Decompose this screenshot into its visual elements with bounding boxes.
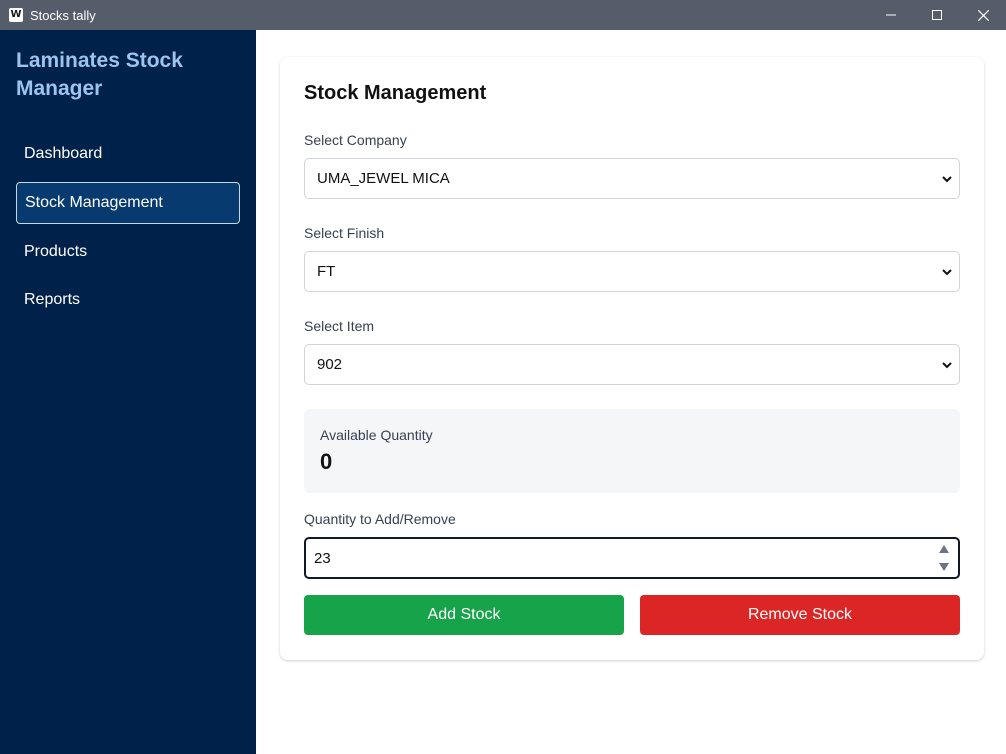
sidebar-item-label: Reports	[24, 291, 81, 308]
company-select-value: UMA_JEWEL MICA	[317, 170, 450, 187]
spinner-down-icon[interactable]	[938, 562, 950, 572]
quantity-input[interactable]: 23	[304, 537, 960, 579]
sidebar: Laminates Stock Manager Dashboard Stock …	[0, 30, 256, 754]
app-brand: Laminates Stock Manager	[16, 49, 183, 100]
window-title: Stocks tally	[30, 7, 96, 23]
sidebar-item-reports[interactable]: Reports	[16, 279, 240, 321]
close-button[interactable]	[960, 0, 1006, 30]
item-label: Select Item	[304, 318, 375, 334]
minimize-icon	[886, 14, 896, 16]
company-label: Select Company	[304, 132, 407, 148]
add-stock-button[interactable]: Add Stock	[304, 595, 624, 635]
item-select-value: 902	[317, 356, 343, 373]
company-select[interactable]: UMA_JEWEL MICA	[304, 158, 960, 199]
sidebar-item-label: Stock Management	[25, 194, 163, 211]
item-select[interactable]: 902	[304, 344, 960, 385]
sidebar-item-label: Products	[24, 243, 88, 260]
chevron-down-icon	[942, 269, 952, 276]
stock-management-card: Stock Management Select Company UMA_JEWE…	[280, 57, 984, 660]
window-controls	[868, 0, 1006, 30]
maximize-icon	[932, 10, 942, 20]
remove-stock-button[interactable]: Remove Stock	[640, 595, 960, 635]
available-quantity-label: Available Quantity	[320, 427, 433, 443]
sidebar-item-dashboard[interactable]: Dashboard	[16, 133, 240, 175]
available-quantity-value: 0	[320, 449, 333, 474]
window-titlebar: W Stocks tally	[0, 0, 1006, 30]
app-icon: W	[9, 8, 23, 22]
close-icon	[977, 9, 989, 21]
sidebar-item-stock-management[interactable]: Stock Management	[16, 182, 240, 224]
sidebar-item-products[interactable]: Products	[16, 231, 240, 273]
main-content: Stock Management Select Company UMA_JEWE…	[256, 30, 1006, 754]
finish-select[interactable]: FT	[304, 251, 960, 292]
finish-label: Select Finish	[304, 225, 385, 241]
finish-select-value: FT	[317, 263, 336, 280]
quantity-input-value: 23	[314, 549, 331, 567]
quantity-stepper[interactable]	[938, 544, 950, 572]
chevron-down-icon	[942, 176, 952, 183]
sidebar-item-label: Dashboard	[24, 145, 103, 162]
spinner-up-icon[interactable]	[938, 544, 950, 554]
available-quantity-panel: Available Quantity 0	[304, 409, 960, 493]
quantity-input-label: Quantity to Add/Remove	[304, 511, 456, 527]
chevron-down-icon	[942, 362, 952, 369]
page-title: Stock Management	[304, 82, 487, 104]
minimize-button[interactable]	[868, 0, 914, 30]
maximize-button[interactable]	[914, 0, 960, 30]
